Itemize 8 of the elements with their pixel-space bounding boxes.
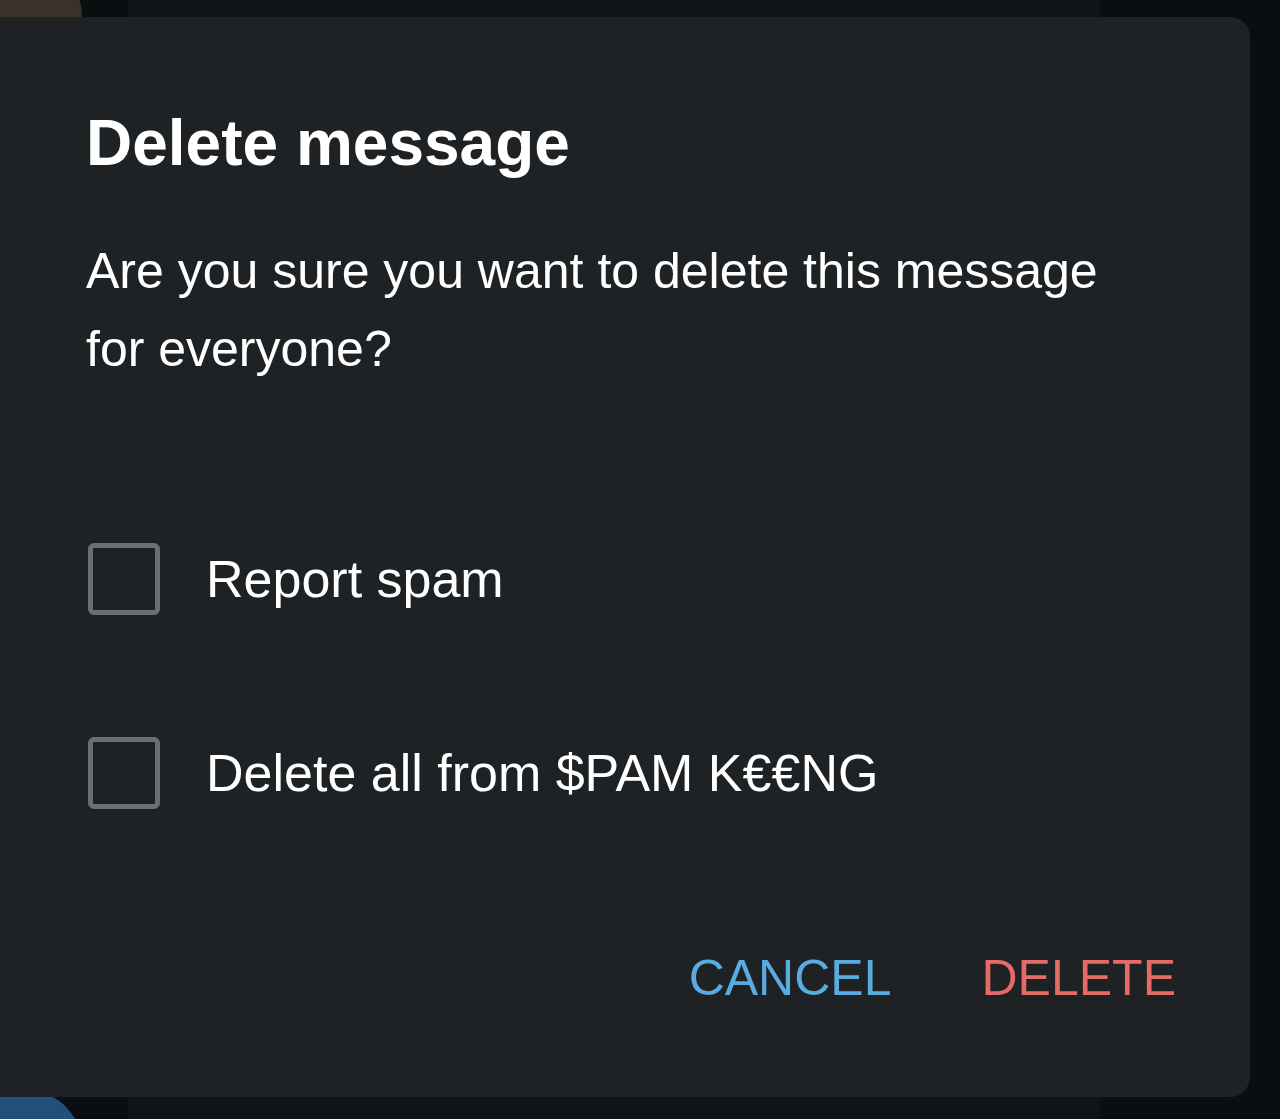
dialog-title: Delete message [86,106,571,181]
checkbox[interactable] [88,736,160,809]
delete-button[interactable]: DELETE [981,948,1176,1007]
checkbox-label: Delete all from $PAM K€€NG [206,742,879,803]
dialog-message: Are you sure you want to delete this message for everyone? [86,241,1099,379]
cancel-button[interactable]: CANCEL [688,948,892,1007]
checkbox[interactable] [88,542,160,615]
checkbox-label: Report spam [206,548,504,609]
